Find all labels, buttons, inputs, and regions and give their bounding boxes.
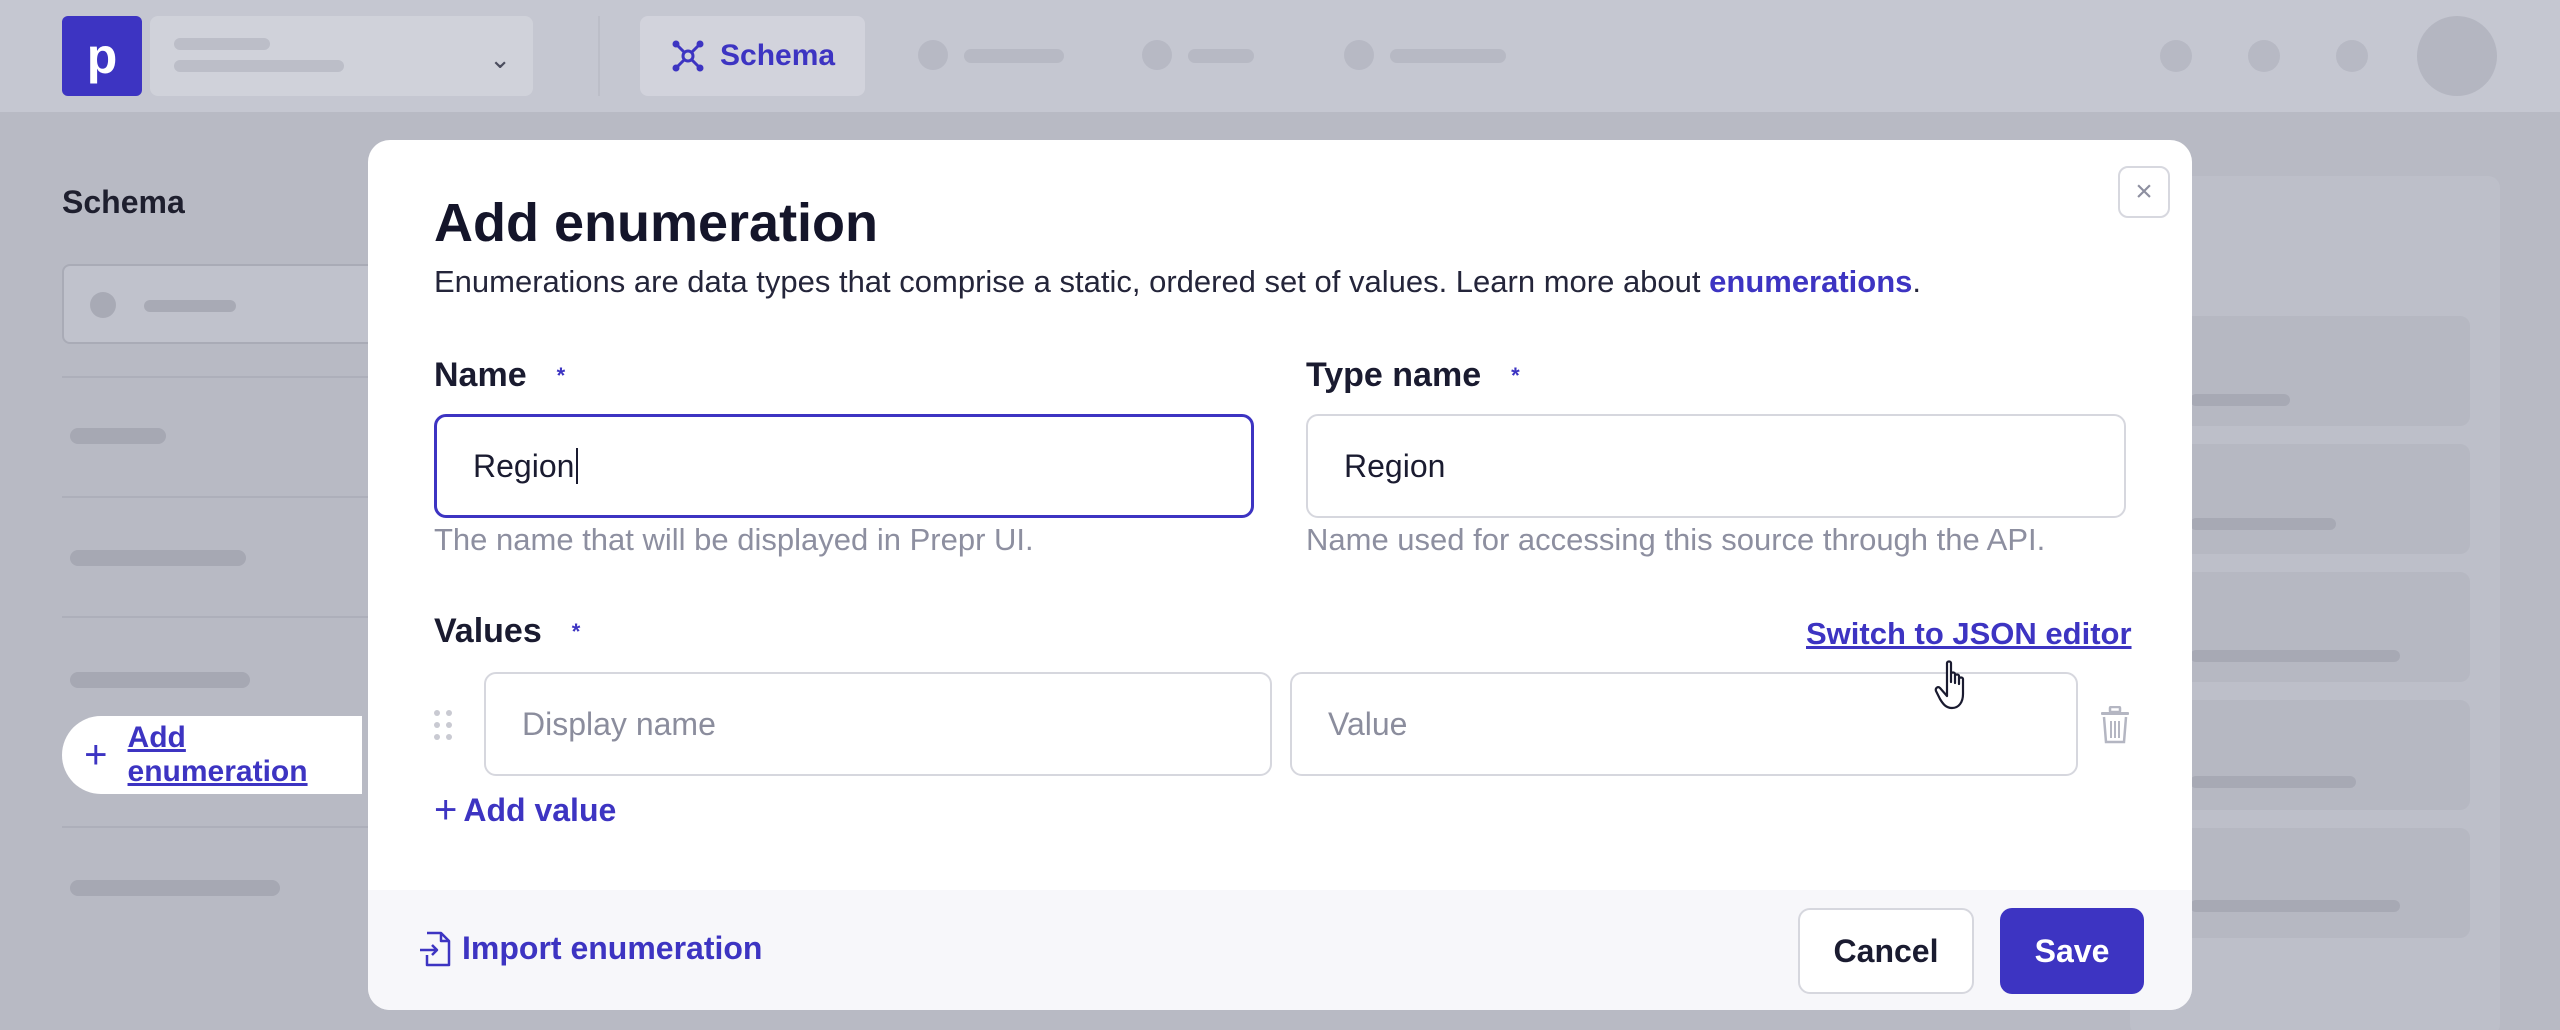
placeholder-line xyxy=(2190,394,2290,406)
type-name-input[interactable]: Region xyxy=(1306,414,2126,518)
right-panel-card xyxy=(2150,444,2470,554)
placeholder-line xyxy=(2190,650,2400,662)
nav-tab-schema-label: Schema xyxy=(720,39,836,72)
name-input[interactable]: Region xyxy=(434,414,1254,518)
name-help-text: The name that will be displayed in Prepr… xyxy=(434,522,1034,557)
text-caret xyxy=(576,448,579,484)
sidebar-add-enumeration[interactable]: + Add enumeration xyxy=(62,716,362,794)
sidebar-add-enumeration-label: Add enumeration xyxy=(127,721,308,788)
cancel-button[interactable]: Cancel xyxy=(1798,908,1974,994)
name-input-value: Region xyxy=(473,447,575,484)
dialog-description: Enumerations are data types that compris… xyxy=(434,264,1921,300)
placeholder-line xyxy=(2190,776,2356,788)
nav-tab-schema[interactable]: Schema xyxy=(640,16,865,96)
add-value-label: Add value xyxy=(463,792,617,828)
sidebar-item-placeholder[interactable] xyxy=(70,428,166,444)
display-name-input[interactable]: Display name xyxy=(484,672,1272,776)
chevron-down-icon: ⌄ xyxy=(489,44,511,74)
sidebar-title: Schema xyxy=(62,184,185,220)
display-name-placeholder: Display name xyxy=(522,705,716,742)
import-enumeration-button[interactable]: Import enumeration xyxy=(418,930,762,967)
add-value-button[interactable]: + Add value xyxy=(434,788,616,833)
values-label: Values * xyxy=(434,612,580,651)
values-label-text: Values xyxy=(434,612,542,650)
type-name-help-text: Name used for accessing this source thro… xyxy=(1306,522,2046,557)
right-panel-card xyxy=(2150,828,2470,938)
nav-item-placeholder[interactable] xyxy=(1344,40,1514,72)
divider xyxy=(598,16,600,96)
schema-icon xyxy=(672,40,704,72)
drag-handle-icon[interactable] xyxy=(432,708,454,742)
description-text: Enumerations are data types that compris… xyxy=(434,264,1710,299)
sidebar-item-placeholder[interactable] xyxy=(70,880,280,896)
nav-item-placeholder[interactable] xyxy=(1142,40,1272,72)
close-icon: × xyxy=(2135,175,2153,208)
workspace-select[interactable]: ⌄ xyxy=(150,16,533,96)
pointer-cursor-icon xyxy=(1934,660,1965,710)
add-enumeration-dialog: × Add enumeration Enumerations are data … xyxy=(368,140,2192,1010)
top-action-placeholder[interactable] xyxy=(2336,40,2368,72)
save-button[interactable]: Save xyxy=(2000,908,2144,994)
name-label-text: Name xyxy=(434,356,527,394)
description-end: . xyxy=(1912,264,1922,299)
sidebar-item-placeholder[interactable] xyxy=(70,550,246,566)
dialog-title: Add enumeration xyxy=(434,193,879,253)
placeholder-line xyxy=(2190,900,2400,912)
trash-icon[interactable] xyxy=(2098,706,2132,744)
required-marker: * xyxy=(571,618,581,644)
type-name-label: Type name * xyxy=(1306,356,1520,395)
required-marker: * xyxy=(1511,362,1520,388)
plus-icon: + xyxy=(84,732,108,777)
top-action-placeholder[interactable] xyxy=(2248,40,2280,72)
nav-item-placeholder[interactable] xyxy=(918,40,1068,72)
right-panel-card xyxy=(2150,572,2470,682)
right-panel-card xyxy=(2150,700,2470,810)
placeholder-line xyxy=(2190,518,2336,530)
name-label: Name * xyxy=(434,356,565,395)
required-marker: * xyxy=(556,362,566,388)
top-action-placeholder[interactable] xyxy=(2160,40,2192,72)
value-placeholder: Value xyxy=(1328,705,1408,742)
logo-letter: p xyxy=(86,28,118,84)
avatar[interactable] xyxy=(2417,16,2497,96)
top-bar: p ⌄ Schema xyxy=(0,0,2560,112)
type-name-input-value: Region xyxy=(1344,447,1446,484)
enumerations-docs-link[interactable]: enumerations xyxy=(1709,264,1912,299)
plus-icon: + xyxy=(434,788,458,832)
import-enumeration-label: Import enumeration xyxy=(462,930,763,966)
switch-to-json-editor-link[interactable]: Switch to JSON editor xyxy=(1806,616,2132,652)
dialog-footer: Import enumeration Cancel Save xyxy=(368,890,2192,1010)
sidebar-item-placeholder[interactable] xyxy=(70,672,250,688)
import-file-icon xyxy=(420,931,451,966)
type-name-label-text: Type name xyxy=(1306,356,1482,394)
close-button[interactable]: × xyxy=(2118,166,2170,218)
right-panel-card xyxy=(2150,316,2470,426)
app-logo[interactable]: p xyxy=(62,16,142,96)
